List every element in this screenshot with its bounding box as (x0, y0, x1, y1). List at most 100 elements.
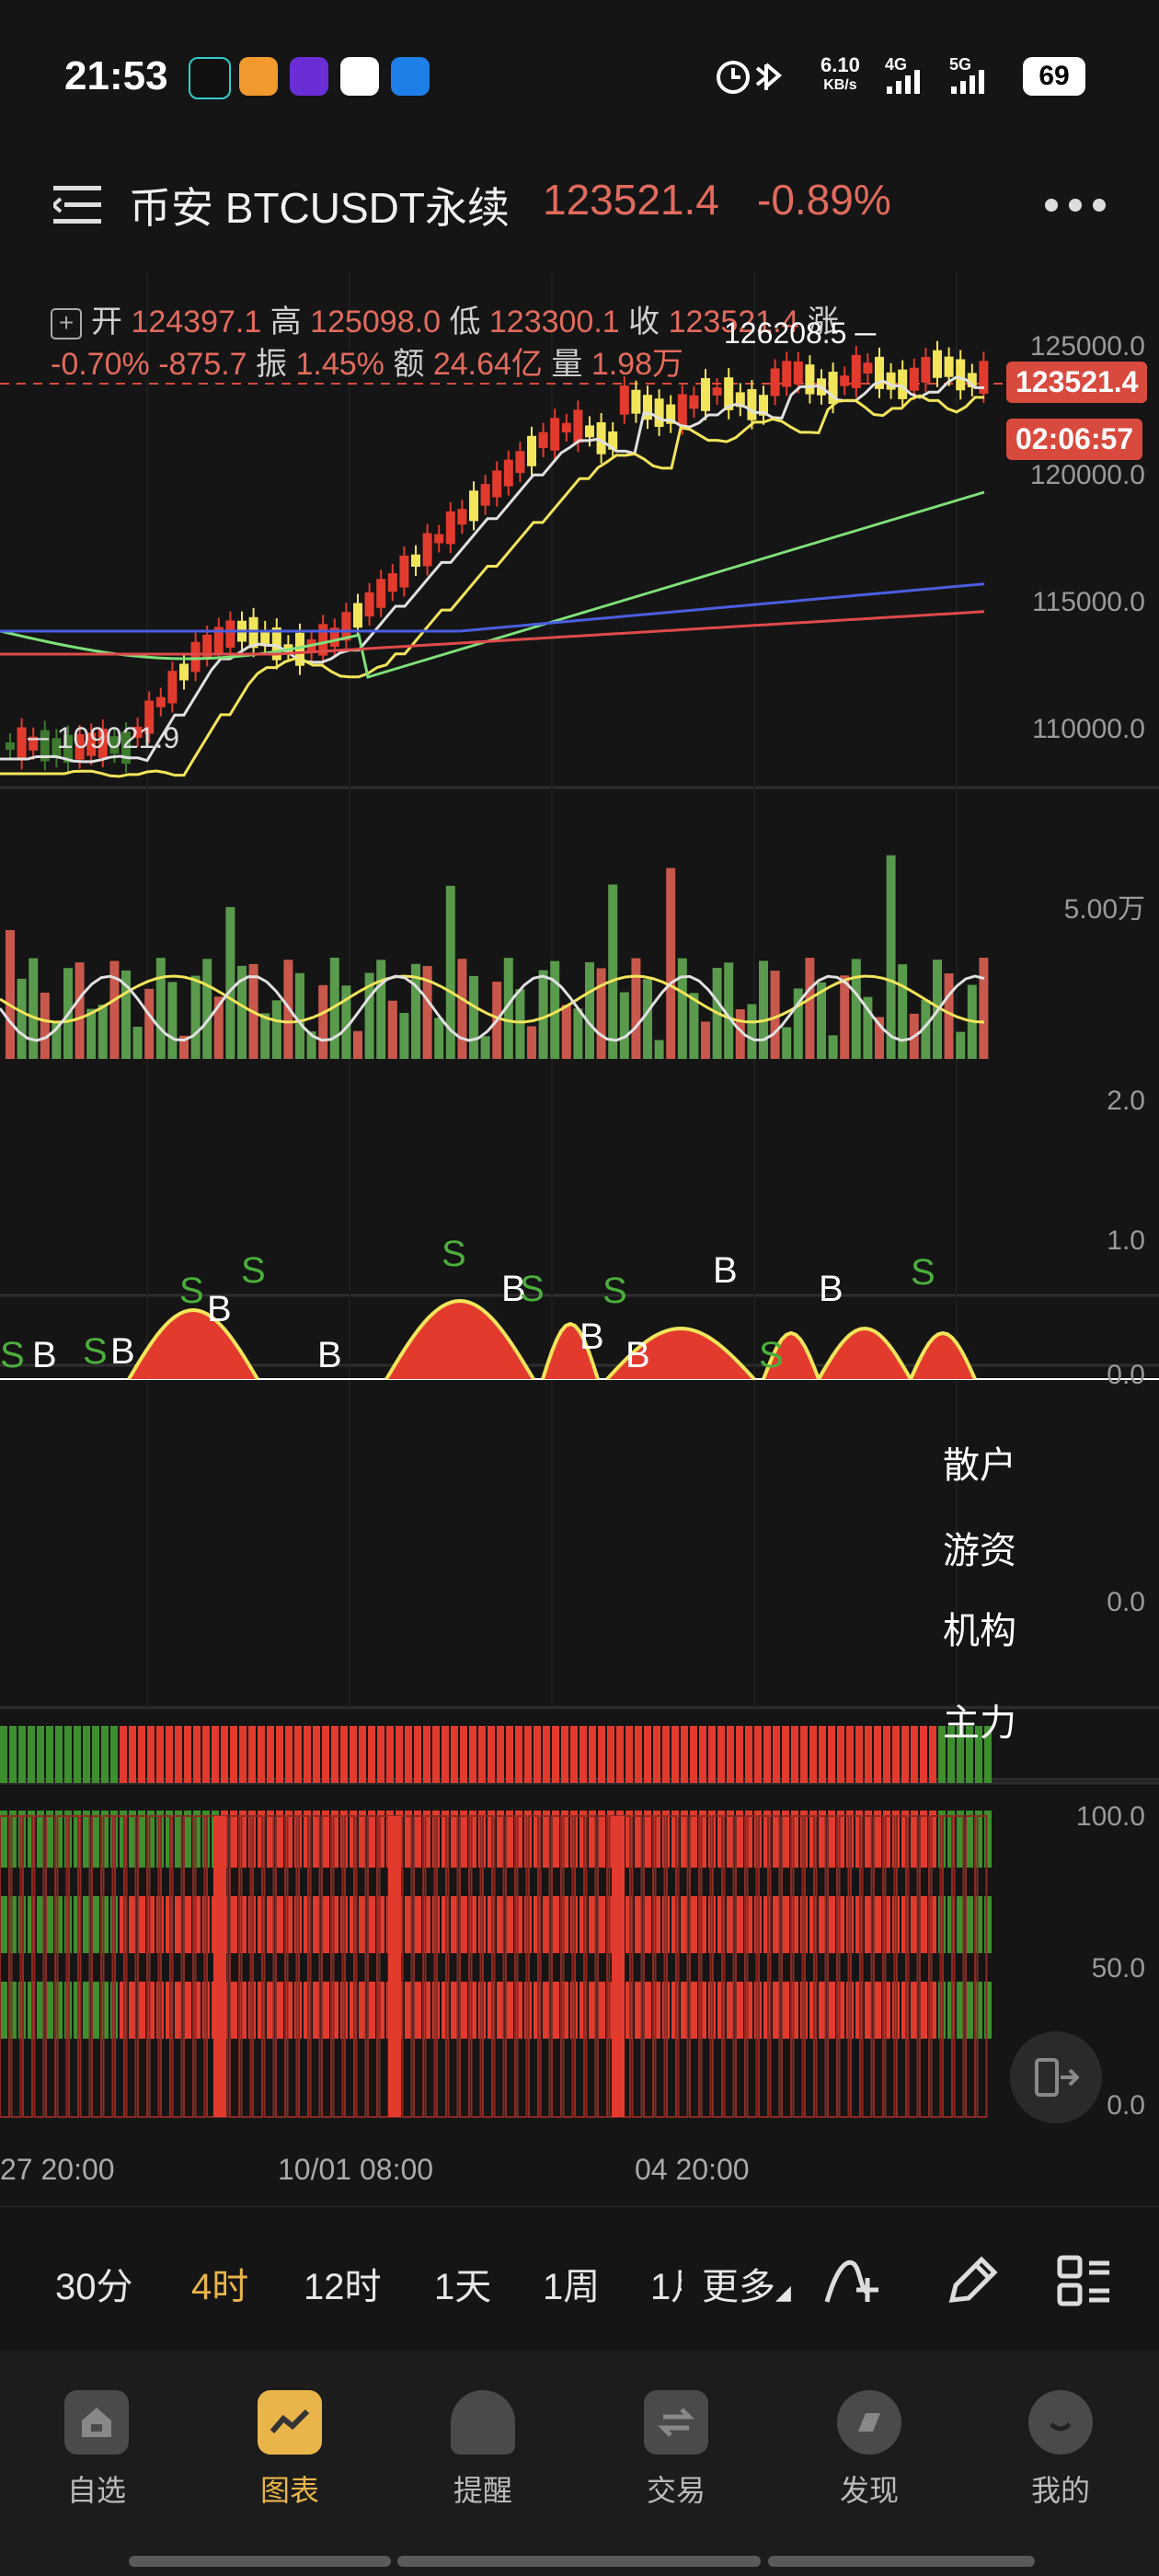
candle-body (921, 357, 931, 383)
signal-marker: S (83, 1331, 108, 1372)
flow-bar (414, 1896, 421, 1953)
flow-bar (828, 1982, 835, 2039)
flow-bar (791, 1982, 798, 2039)
flow-bar (809, 1726, 817, 1783)
flow-bar (819, 1726, 826, 1783)
flow-bar (414, 1726, 421, 1783)
flow-bar (727, 1726, 734, 1783)
nav-watchlist[interactable]: 自选 (41, 2390, 152, 2510)
add-indicator-icon[interactable]: + (51, 308, 82, 340)
candle-body (561, 422, 571, 432)
candle-body (503, 459, 513, 487)
bar-axis-label: 100.0 (1075, 1801, 1145, 1832)
flow-bar (653, 1896, 660, 1953)
nav-trade[interactable]: 交易 (621, 2390, 731, 2510)
flow-bar (46, 1726, 53, 1783)
flow-bar (690, 1811, 697, 1868)
nav-chart[interactable]: 图表 (235, 2390, 345, 2510)
volume-bar (6, 930, 15, 1059)
flow-bar (74, 1726, 81, 1783)
flow-bar (782, 1982, 789, 2039)
volume-bar (677, 958, 687, 1059)
flow-bar (975, 1896, 982, 1953)
indicator-axis-label: 0.0 (1107, 1360, 1145, 1390)
flow-bar (929, 1982, 936, 2039)
flow-bar (929, 1811, 936, 1868)
pencil-icon[interactable] (943, 2252, 1000, 2309)
flow-bar (9, 1726, 17, 1783)
flow-bar (506, 1982, 513, 2039)
flow-bar (901, 1726, 909, 1783)
flow-bar (267, 1726, 274, 1783)
flow-bar (184, 1726, 191, 1783)
flow-bar (331, 1726, 339, 1783)
price-axis-label: 125000.0 (1029, 331, 1145, 362)
flow-bar (598, 1726, 605, 1783)
volume-bar (457, 959, 467, 1059)
nav-discover[interactable]: 发现 (814, 2390, 924, 2510)
flow-bar (350, 1726, 357, 1783)
more-timeframes-button[interactable]: 更多◢ (702, 2257, 791, 2310)
flow-bar (791, 1726, 798, 1783)
candle-body (770, 368, 780, 397)
menu-icon[interactable] (53, 182, 107, 228)
volume-bar (353, 1030, 362, 1059)
candle-body (387, 573, 397, 592)
timeframe-1d[interactable]: 1天 (434, 2257, 491, 2310)
timeframe-4h[interactable]: 4时 (191, 2257, 248, 2310)
signal-marker: S (602, 1271, 627, 1311)
watchlist-icon (64, 2390, 129, 2455)
flow-bar (193, 1982, 201, 2039)
symbol-title[interactable]: 币安 BTCUSDT永续 (129, 175, 510, 236)
drawing-curve-icon[interactable] (823, 2252, 880, 2307)
candle-body (515, 451, 525, 474)
flow-bar (598, 1811, 605, 1868)
home-indicator (129, 2556, 391, 2567)
layout-grid-icon[interactable] (1056, 2254, 1113, 2309)
more-options-icon[interactable] (1044, 198, 1108, 213)
flow-bar (561, 1726, 568, 1783)
volume-bar (376, 960, 386, 1059)
kline-chart[interactable]: S B S BS BSBSBSBSBBSB S (0, 272, 1159, 2204)
flow-bar (717, 1726, 725, 1783)
volume-bar (225, 906, 235, 1059)
timeframe-1M[interactable]: 1月 (650, 2257, 682, 2310)
flow-bar (55, 1982, 63, 2039)
trade-icon (644, 2390, 708, 2455)
flow-bar (432, 1726, 440, 1783)
timeframe-12h[interactable]: 12时 (304, 2257, 382, 2310)
exit-fullscreen-button[interactable] (1010, 2031, 1102, 2123)
flow-bar (0, 1811, 7, 1868)
bottom-navigation (0, 2351, 1159, 2576)
flow-bar (304, 1726, 311, 1783)
flow-bar (230, 1896, 237, 1953)
timeframe-30m[interactable]: 30分 (55, 2257, 133, 2310)
high-marker: 126208.5 ─ (724, 316, 877, 350)
tiktok-app-icon (189, 57, 231, 99)
flow-bar (699, 1896, 706, 1953)
svg-text:4G: 4G (885, 55, 907, 74)
home-indicator (397, 2556, 761, 2567)
flow-bar (239, 1982, 247, 2039)
flow-bar (690, 1896, 697, 1953)
volume-bar (956, 1031, 966, 1059)
flow-bar (414, 1811, 421, 1868)
flow-bar (175, 1726, 182, 1783)
timeframe-1w[interactable]: 1周 (543, 2257, 600, 2310)
flow-bar (653, 1811, 660, 1868)
volume-bar (190, 975, 201, 1059)
flow-bar (0, 1982, 7, 2039)
flow-bar (331, 1811, 339, 1868)
flow-bar (515, 1982, 522, 2039)
volume-bar (631, 958, 641, 1059)
flow-bar (966, 1982, 973, 2039)
flow-bar (911, 1726, 918, 1783)
flow-bar (469, 1982, 476, 2039)
flow-bar (331, 1896, 339, 1953)
nav-profile[interactable]: 我的 (1005, 2390, 1116, 2510)
flow-bar (469, 1896, 476, 1953)
nav-alerts[interactable]: 提醒 (428, 2390, 538, 2510)
home-indicator (768, 2556, 1035, 2567)
volume-bar (202, 959, 212, 1059)
flow-bar (285, 1811, 293, 1868)
